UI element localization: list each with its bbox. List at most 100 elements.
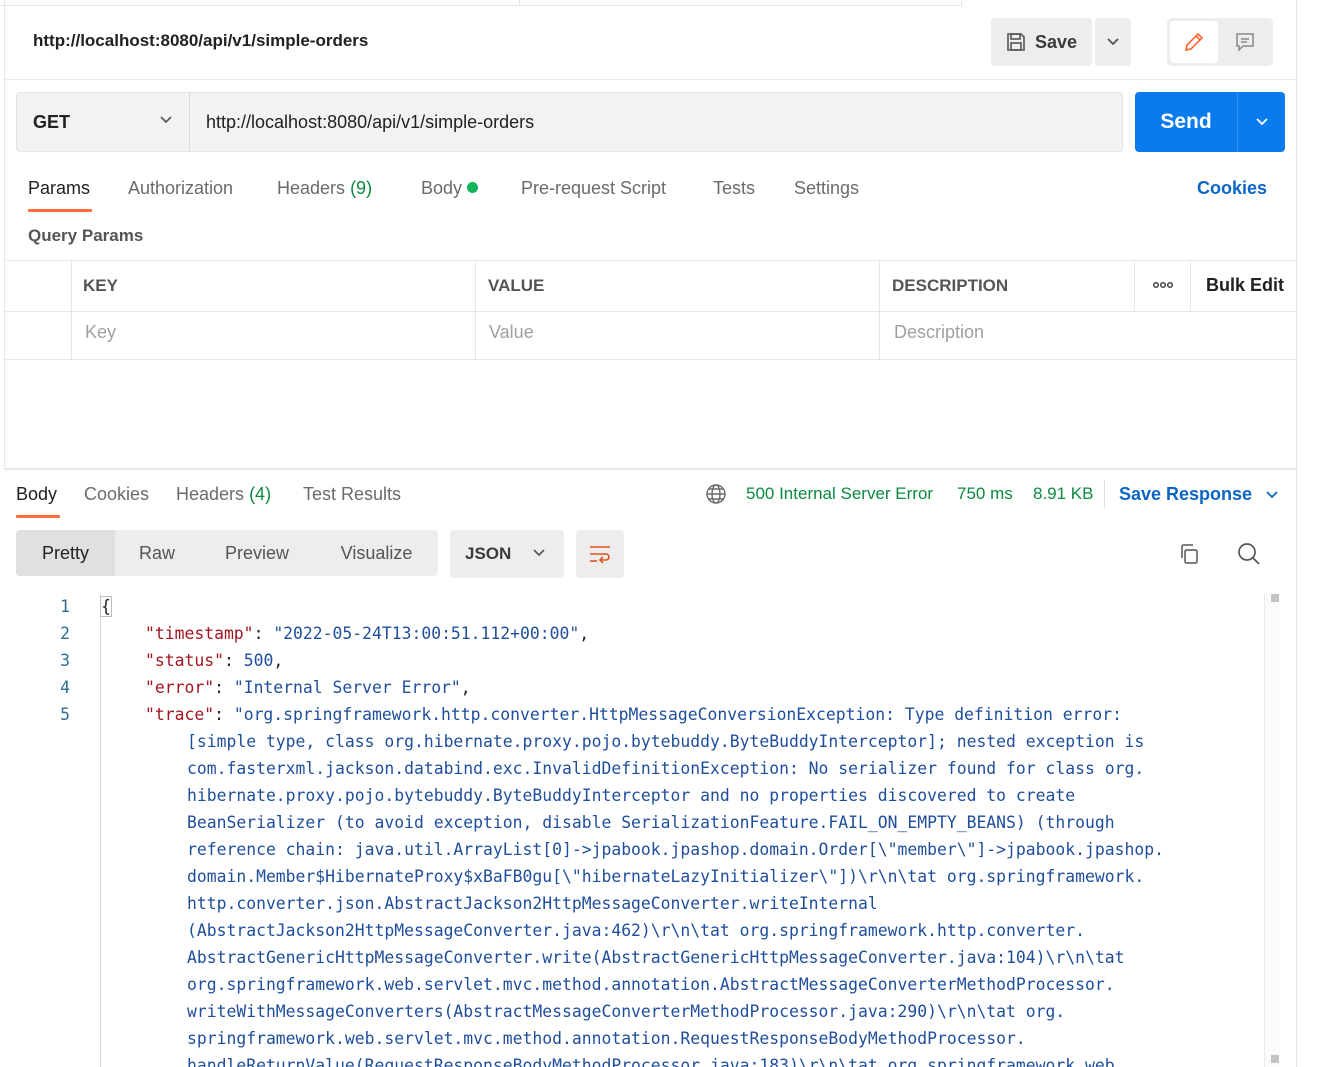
send-button[interactable]: Send: [1135, 92, 1237, 152]
response-tab-cookies[interactable]: Cookies: [84, 484, 149, 505]
bulk-edit-button[interactable]: Bulk Edit: [1206, 275, 1284, 296]
scroll-down-arrow[interactable]: [1271, 1055, 1279, 1063]
wrap-icon: [590, 546, 610, 564]
format-select[interactable]: JSON: [450, 530, 564, 578]
chevron-down-icon: [1266, 491, 1278, 499]
vertical-scrollbar[interactable]: [1264, 593, 1280, 1067]
save-icon: [1007, 33, 1025, 51]
code-wrap-line: writeWithMessageConverters(AbstractMessa…: [187, 1002, 1066, 1021]
method-select[interactable]: GET: [16, 92, 190, 152]
code-wrap-line: handleReturnValue(RequestResponseBodyMet…: [187, 1056, 1125, 1067]
table-divider: [879, 261, 880, 360]
response-tab-body[interactable]: Body: [16, 484, 57, 505]
column-header-value: VALUE: [488, 276, 545, 295]
copy-icon[interactable]: [1177, 542, 1201, 566]
code-wrap-line: BeanSerializer (to avoid exception, disa…: [187, 813, 1115, 832]
code-line: "status": 500,: [145, 651, 284, 670]
scroll-up-arrow[interactable]: [1271, 594, 1279, 602]
chevron-down-icon: [533, 549, 545, 557]
code-wrap-line: domain.Member$HibernateProxy$xBaFB0gu[\"…: [187, 867, 1145, 886]
code-wrap-line: org.springframework.web.servlet.mvc.meth…: [187, 975, 1115, 994]
divider: [1104, 480, 1105, 508]
code-wrap-line: springframework.web.servlet.mvc.method.a…: [187, 1029, 1026, 1048]
line-number: 3: [60, 651, 70, 670]
description-input[interactable]: Description: [894, 322, 984, 343]
json-key: "trace": [145, 705, 215, 724]
response-headers-count: (4): [249, 484, 272, 504]
line-number: 2: [60, 624, 70, 643]
tab-body[interactable]: Body: [421, 178, 479, 199]
query-params-table: KEY VALUE DESCRIPTION Bulk Edit Key Valu…: [4, 260, 1296, 360]
line-number: 1: [60, 597, 70, 616]
send-label: Send: [1160, 110, 1212, 133]
request-header: http://localhost:8080/api/v1/simple-orde…: [5, 6, 1296, 80]
view-mode-group: Pretty Raw Preview Visualize: [16, 530, 438, 576]
url-input[interactable]: [189, 92, 1123, 152]
pane-resize-handle[interactable]: [4, 468, 1296, 470]
globe-icon[interactable]: [705, 483, 727, 505]
headers-count: (9): [350, 178, 373, 198]
mode-toggle-group: [1167, 18, 1273, 66]
request-title[interactable]: http://localhost:8080/api/v1/simple-orde…: [33, 31, 368, 51]
method-label: GET: [33, 111, 71, 132]
save-label: Save: [1035, 31, 1078, 52]
view-preview[interactable]: Preview: [199, 530, 315, 576]
column-header-key: KEY: [83, 276, 118, 295]
format-label: JSON: [465, 544, 512, 563]
active-tab-indicator: [28, 209, 92, 212]
response-tab-test-results[interactable]: Test Results: [303, 484, 401, 505]
query-params-heading: Query Params: [28, 226, 144, 245]
active-tab-indicator: [16, 515, 60, 518]
key-input[interactable]: Key: [85, 322, 116, 343]
chevron-down-icon: [1107, 38, 1119, 46]
code-wrap-line: hibernate.proxy.pojo.bytebuddy.ByteBuddy…: [187, 786, 1076, 805]
more-options-icon[interactable]: [1152, 277, 1174, 293]
response-time[interactable]: 750 ms: [957, 484, 1013, 504]
view-pretty[interactable]: Pretty: [16, 530, 115, 576]
save-response-label: Save Response: [1119, 484, 1253, 504]
value-input[interactable]: Value: [489, 322, 534, 343]
table-divider: [71, 261, 72, 360]
code-wrap-line: reference chain: java.util.ArrayList[0]-…: [187, 840, 1164, 859]
tab-params[interactable]: Params: [28, 178, 90, 199]
json-key: "timestamp": [145, 624, 254, 643]
table-divider: [1134, 261, 1135, 311]
chevron-down-icon: [160, 116, 172, 124]
json-number: 500: [243, 651, 274, 670]
response-status[interactable]: 500 Internal Server Error: [746, 484, 933, 504]
tab-settings[interactable]: Settings: [794, 178, 859, 199]
json-string: "org.springframework.http.converter.Http…: [233, 705, 1122, 724]
line-number: 5: [60, 705, 70, 724]
save-response-button[interactable]: Save Response: [1119, 484, 1279, 505]
comments-button[interactable]: [1221, 21, 1269, 63]
save-button[interactable]: Save: [991, 18, 1092, 66]
response-body-viewer[interactable]: 1 2 3 4 5 { "timestamp": "2022-05-24T13:…: [0, 593, 1264, 1067]
tab-authorization[interactable]: Authorization: [128, 178, 233, 199]
view-visualize[interactable]: Visualize: [315, 530, 438, 576]
table-divider: [4, 311, 1296, 312]
open-brace: {: [100, 596, 112, 617]
code-line: {: [100, 596, 112, 617]
code-wrap-line: [simple type, class org.hibernate.proxy.…: [187, 732, 1145, 751]
view-raw[interactable]: Raw: [115, 530, 199, 576]
code-line: "timestamp": "2022-05-24T13:00:51.112+00…: [145, 624, 590, 643]
send-options-button[interactable]: [1237, 92, 1285, 152]
comment-icon: [1236, 33, 1254, 52]
table-divider: [1190, 261, 1191, 311]
tab-prerequest-script[interactable]: Pre-request Script: [521, 178, 666, 199]
response-size[interactable]: 8.91 KB: [1033, 484, 1094, 504]
line-number: 4: [60, 678, 70, 697]
tab-tests[interactable]: Tests: [713, 178, 755, 199]
search-icon[interactable]: [1236, 541, 1262, 567]
panel-border: [1296, 0, 1297, 1067]
tab-headers[interactable]: Headers (9): [277, 178, 372, 199]
table-divider: [475, 261, 476, 360]
save-options-button[interactable]: [1095, 18, 1131, 66]
tab-headers-label: Headers: [277, 178, 346, 198]
code-line: "trace": "org.springframework.http.conve…: [145, 705, 1122, 724]
wrap-lines-button[interactable]: [576, 530, 624, 578]
edit-mode-button[interactable]: [1170, 21, 1218, 63]
code-wrap-line: com.fasterxml.jackson.databind.exc.Inval…: [187, 759, 1145, 778]
cookies-link[interactable]: Cookies: [1197, 178, 1267, 199]
response-tab-headers[interactable]: Headers (4): [176, 484, 271, 505]
